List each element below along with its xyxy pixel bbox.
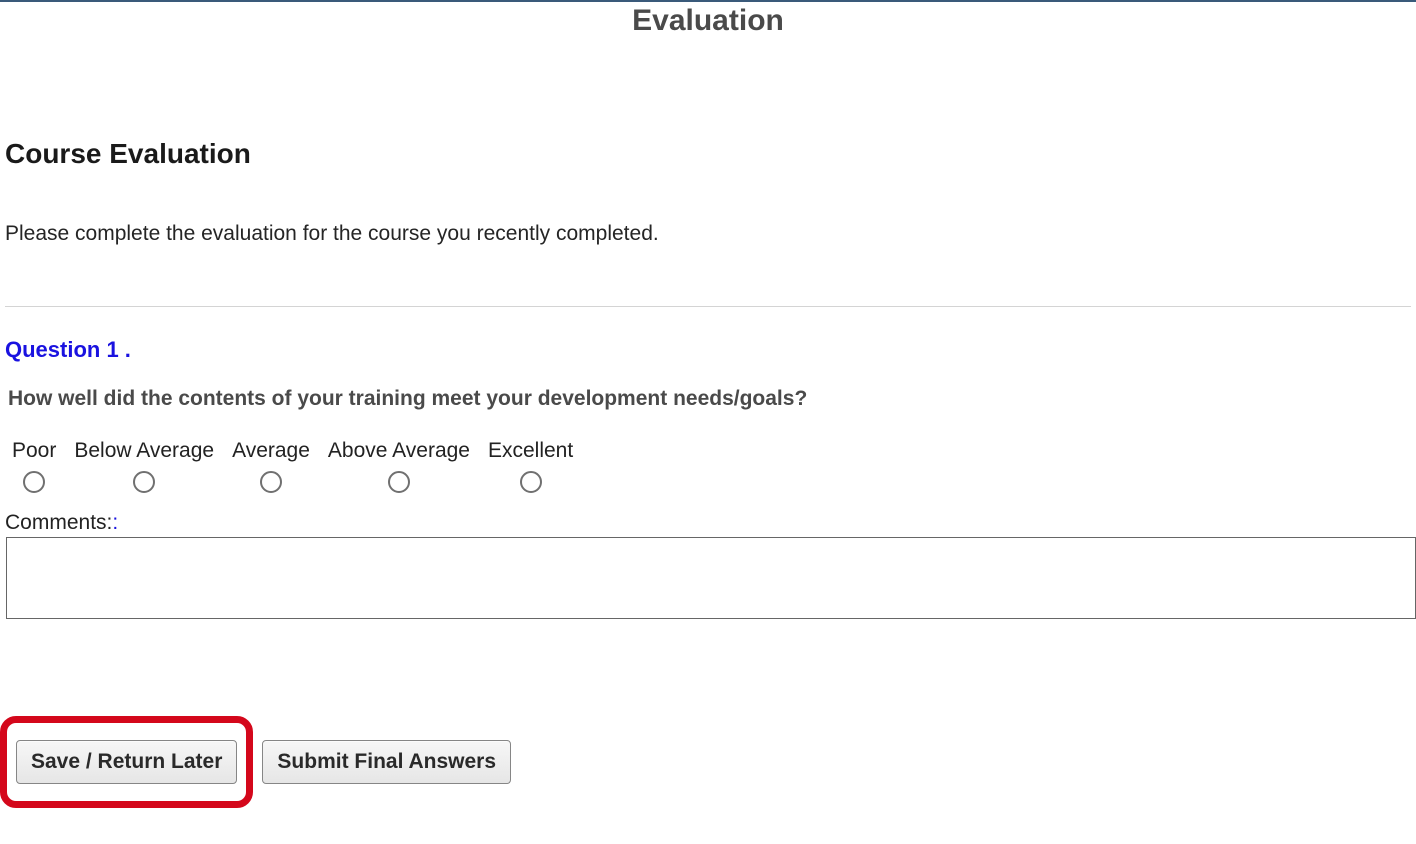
save-button-highlight: Save / Return Later (0, 716, 253, 808)
rating-option-poor: Poor (12, 439, 56, 493)
rating-option-above-average: Above Average (328, 439, 470, 493)
button-row: Save / Return Later Submit Final Answers (0, 716, 511, 808)
intro-text: Please complete the evaluation for the c… (5, 222, 1416, 246)
rating-label: Above Average (328, 439, 470, 463)
rating-option-average: Average (232, 439, 310, 493)
rating-option-below-average: Below Average (74, 439, 214, 493)
comments-textarea[interactable] (6, 537, 1416, 619)
rating-label: Poor (12, 439, 56, 463)
comments-label-colon: : (112, 511, 118, 534)
top-rule (0, 0, 1416, 2)
section-divider (5, 306, 1411, 307)
rating-row: Poor Below Average Average Above Average… (12, 439, 1416, 493)
comments-label: Comments:: (5, 511, 1416, 535)
rating-radio-poor[interactable] (23, 471, 45, 493)
section-heading: Course Evaluation (5, 138, 1416, 170)
save-return-later-button[interactable]: Save / Return Later (16, 740, 237, 784)
rating-radio-above-average[interactable] (388, 471, 410, 493)
rating-radio-average[interactable] (260, 471, 282, 493)
submit-final-answers-button[interactable]: Submit Final Answers (262, 740, 511, 784)
rating-label: Excellent (488, 439, 573, 463)
page-title: Evaluation (0, 4, 1416, 38)
rating-radio-below-average[interactable] (133, 471, 155, 493)
question-text: How well did the contents of your traini… (8, 387, 1416, 411)
rating-option-excellent: Excellent (488, 439, 573, 493)
rating-label: Below Average (74, 439, 214, 463)
comments-label-text: Comments: (5, 511, 112, 534)
rating-radio-excellent[interactable] (520, 471, 542, 493)
question-header: Question 1 . (5, 337, 1416, 363)
rating-label: Average (232, 439, 310, 463)
